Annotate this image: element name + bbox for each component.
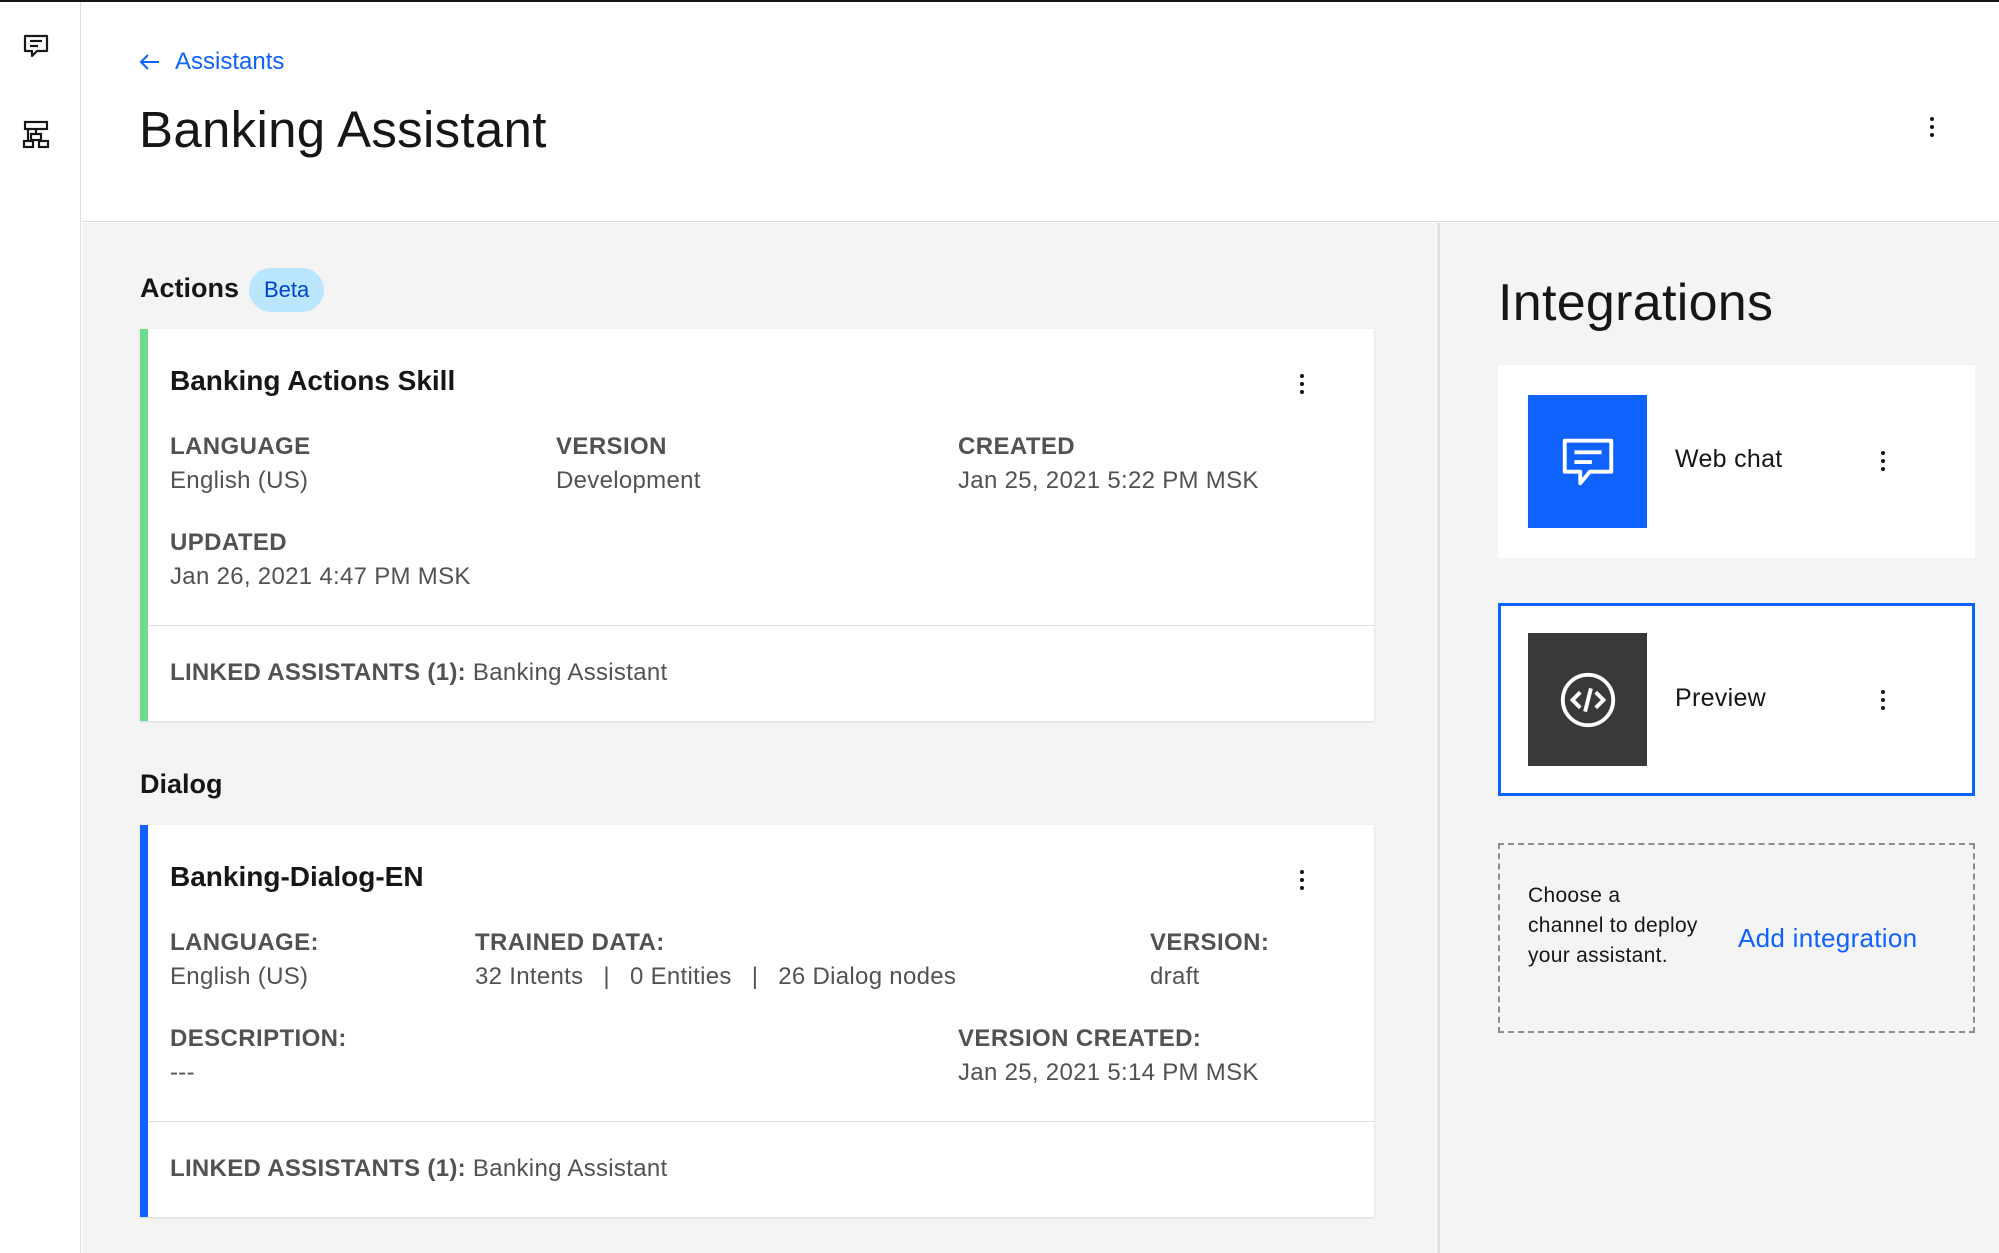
language-label: LANGUAGE	[170, 433, 311, 460]
separator: |	[603, 963, 610, 990]
skill-overflow-menu-button[interactable]	[1290, 367, 1314, 401]
dialog-nodes-count: 26 Dialog nodes	[778, 963, 957, 990]
preview-label: Preview	[1675, 684, 1767, 712]
skills-panel: Actions Beta Banking Actions Skill LANGU…	[82, 223, 1436, 1253]
linked-assistants-value: Banking Assistant	[472, 1155, 668, 1182]
trained-data-value: 32 Intents | 0 Entities | 26 Dialog nodes	[475, 963, 956, 991]
card-divider	[148, 625, 1374, 626]
dialog-skill-card[interactable]: Banking-Dialog-EN LANGUAGE: English (US)…	[140, 825, 1374, 1217]
version-label: VERSION:	[1150, 929, 1270, 956]
linked-assistants-value: Banking Assistant	[472, 659, 668, 686]
web-chat-overflow-menu-button[interactable]	[1871, 444, 1895, 478]
dialog-section-title: Dialog	[140, 769, 223, 799]
code-icon	[1560, 672, 1615, 727]
trained-data-label: TRAINED DATA:	[475, 929, 665, 956]
back-to-assistants-link[interactable]: Assistants	[139, 44, 284, 80]
skill-overflow-menu-button[interactable]	[1290, 863, 1314, 897]
card-accent-bar	[140, 329, 148, 721]
beta-tag: Beta	[249, 268, 325, 312]
language-label: LANGUAGE:	[170, 929, 319, 956]
web-chat-integration-tile[interactable]: Web chat	[1498, 365, 1975, 558]
description-value: ---	[170, 1059, 195, 1086]
add-integration-description: Choose a channel to deploy your assistan…	[1528, 884, 1698, 967]
skill-name: Banking-Dialog-EN	[170, 861, 424, 892]
version-created-label: VERSION CREATED:	[958, 1025, 1202, 1052]
intents-count: 32 Intents	[475, 963, 584, 990]
linked-assistants-label: LINKED ASSISTANTS (1):	[170, 659, 466, 686]
updated-label: UPDATED	[170, 529, 288, 556]
integrations-panel: Integrations Web chat Preview Choose a c…	[1437, 223, 1999, 1253]
version-created-value: Jan 25, 2021 5:14 PM MSK	[958, 1059, 1259, 1086]
updated-value: Jan 26, 2021 4:47 PM MSK	[170, 563, 471, 590]
linked-assistants: LINKED ASSISTANTS (1): Banking Assistant	[170, 659, 667, 687]
back-link-label: Assistants	[175, 48, 285, 75]
assistant-overflow-menu-button[interactable]	[1920, 110, 1944, 144]
entities-count: 0 Entities	[629, 963, 732, 990]
flow-icon	[22, 120, 50, 149]
language-value: English (US)	[170, 963, 309, 990]
preview-integration-tile[interactable]: Preview	[1498, 603, 1975, 796]
skill-name: Banking Actions Skill	[170, 365, 456, 396]
arrow-left-icon	[139, 54, 159, 70]
assistants-nav-button[interactable]	[16, 26, 56, 66]
card-accent-bar	[140, 825, 148, 1217]
version-label: VERSION	[556, 433, 667, 460]
created-value: Jan 25, 2021 5:22 PM MSK	[958, 467, 1259, 494]
actions-skill-card[interactable]: Banking Actions Skill LANGUAGE English (…	[140, 329, 1374, 721]
add-integration-box: Choose a channel to deploy your assistan…	[1498, 843, 1975, 1033]
linked-assistants: LINKED ASSISTANTS (1): Banking Assistant	[170, 1155, 667, 1183]
version-value: Development	[556, 467, 701, 494]
chat-icon	[1562, 438, 1613, 485]
left-nav-rail	[0, 2, 81, 1253]
chat-icon	[23, 34, 49, 58]
preview-icon-box	[1528, 633, 1647, 766]
page-header: Assistants Banking Assistant	[82, 2, 1999, 222]
integrations-title: Integrations	[1498, 274, 1774, 332]
created-label: CREATED	[958, 433, 1076, 460]
actions-section-title: Actions	[140, 273, 240, 303]
description-label: DESCRIPTION:	[170, 1025, 347, 1052]
separator: |	[751, 963, 759, 990]
version-value: draft	[1150, 963, 1200, 990]
web-chat-icon-box	[1528, 395, 1647, 528]
preview-overflow-menu-button[interactable]	[1871, 683, 1895, 717]
card-divider	[148, 1121, 1374, 1122]
language-value: English (US)	[170, 467, 309, 494]
skills-nav-button[interactable]	[16, 114, 56, 154]
page-title: Banking Assistant	[139, 101, 547, 158]
linked-assistants-label: LINKED ASSISTANTS (1):	[170, 1155, 466, 1182]
web-chat-label: Web chat	[1675, 445, 1783, 473]
add-integration-link[interactable]: Add integration	[1738, 923, 1917, 954]
